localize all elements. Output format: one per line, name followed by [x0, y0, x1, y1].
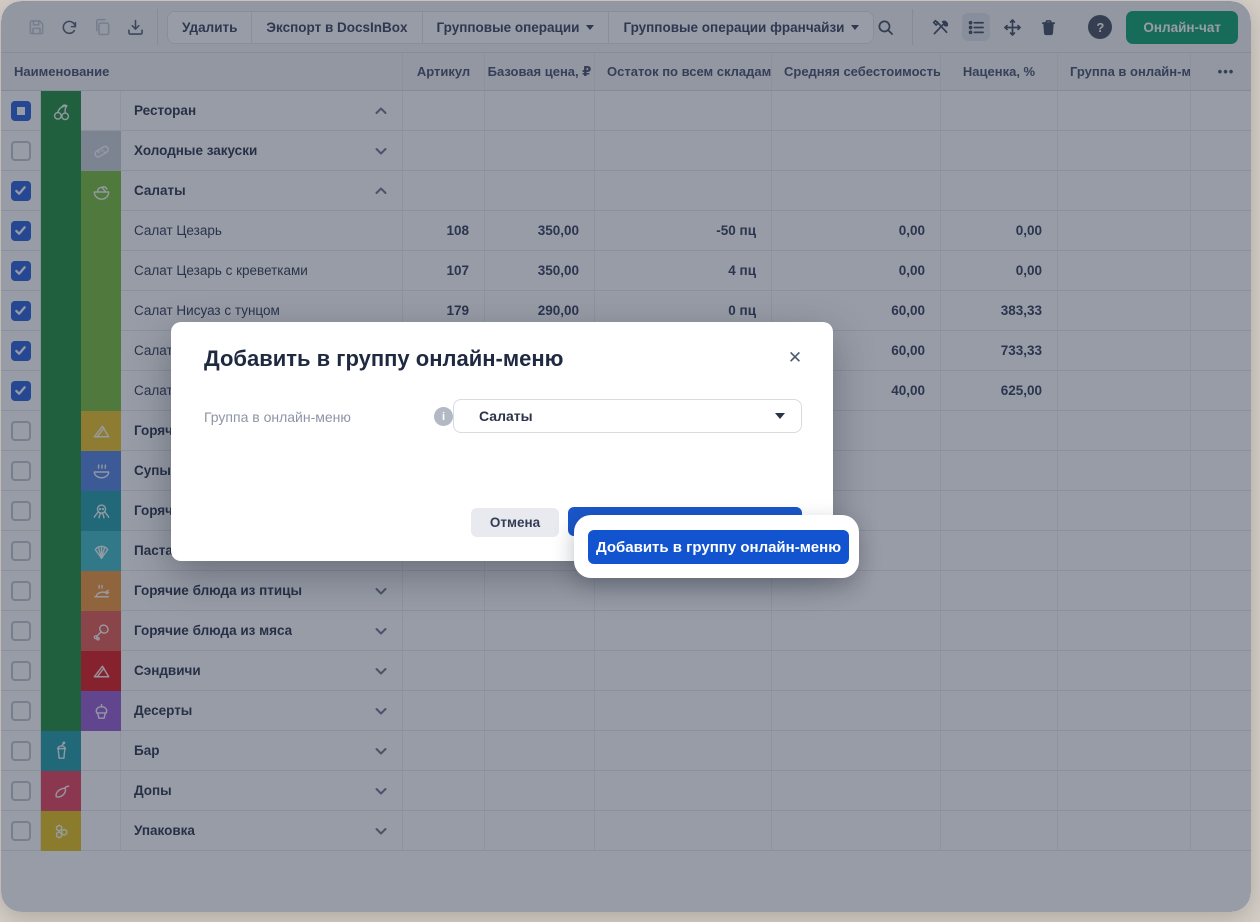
close-icon[interactable]: ✕ [785, 348, 805, 368]
group-field-label: Группа в онлайн-меню [204, 409, 351, 425]
select-value: Салаты [479, 408, 533, 424]
dialog-title: Добавить в группу онлайн-меню [204, 346, 564, 371]
chevron-down-icon [775, 413, 785, 419]
spotlight-submit-button[interactable]: Добавить в группу онлайн-меню [588, 530, 849, 564]
info-icon[interactable]: i [434, 407, 453, 426]
online-menu-group-select[interactable]: Салаты [453, 399, 802, 433]
cancel-button[interactable]: Отмена [471, 508, 559, 537]
app-window: Удалить Экспорт в DocsInBox Групповые опер… [1, 1, 1251, 912]
